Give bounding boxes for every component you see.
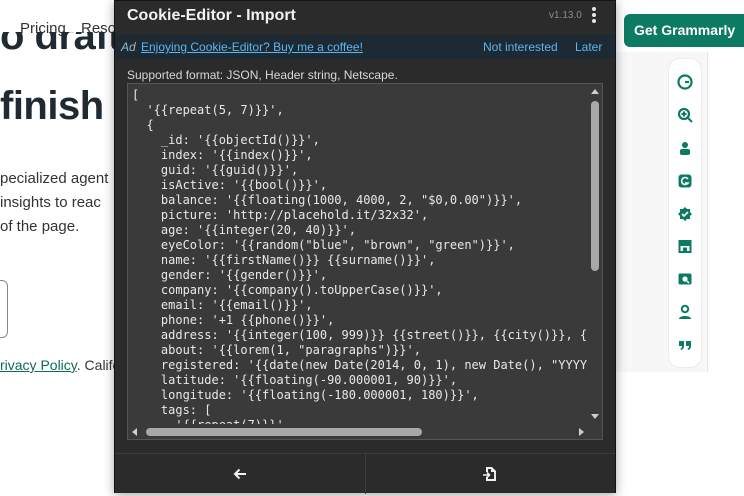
code-line: about: '{{lorem(1, "paragraphs")}}', [132, 343, 421, 357]
arrow-left-icon [233, 468, 246, 480]
person-icon[interactable] [677, 140, 693, 156]
scroll-corner [588, 425, 602, 439]
hero-paragraph-line: insights to reac [0, 194, 101, 211]
privacy-notice: rivacy Policy. Califo [0, 357, 120, 373]
code-line: isActive: '{{bool()}}', [132, 178, 328, 192]
quote-icon[interactable] [677, 337, 693, 353]
vertical-scrollbar[interactable] [588, 84, 602, 424]
refresh-g-icon[interactable] [677, 173, 693, 189]
popup-footer [115, 453, 616, 494]
horizontal-scroll-thumb[interactable] [146, 428, 422, 436]
scroll-left-icon[interactable] [132, 428, 137, 436]
scroll-right-icon[interactable] [579, 428, 584, 436]
code-line: balance: '{{floating(1000, 4000, 2, "$0,… [132, 193, 523, 207]
hero-heading-line2: finish [0, 84, 104, 128]
hero-paragraph-line: of the page. [0, 218, 80, 235]
code-line: guid: '{{guid()}}', [132, 163, 299, 177]
privacy-policy-link[interactable]: rivacy Policy [0, 357, 77, 373]
scroll-down-icon[interactable] [591, 414, 599, 419]
code-line: name: '{{firstName()}} {{surname()}}', [132, 253, 436, 267]
vertical-scroll-thumb[interactable] [591, 101, 599, 271]
popup-header: Cookie-Editor - Import v1.13.0 [115, 1, 615, 35]
code-content[interactable]: [ '{{repeat(5, 7)}}', { _id: '{{objectId… [132, 88, 588, 424]
import-textarea[interactable]: [ '{{repeat(5, 7)}}', { _id: '{{objectId… [127, 83, 603, 440]
code-line: eyeColor: '{{random("blue", "brown", "gr… [132, 238, 515, 252]
code-line: phone: '+1 {{phone()}}', [132, 313, 335, 327]
code-line: tags: [ [132, 403, 212, 417]
store-icon[interactable] [677, 238, 693, 254]
code-line: '{{repeat(5, 7)}}', [132, 103, 284, 117]
code-line: registered: '{{date(new Date(2014, 0, 1)… [132, 358, 588, 372]
badge-check-icon[interactable] [677, 206, 693, 222]
later-button[interactable]: Later [575, 35, 602, 59]
get-grammarly-button[interactable]: Get Grammarly 1 [624, 14, 744, 47]
horizontal-scrollbar[interactable] [128, 425, 588, 439]
code-line: picture: 'http://placehold.it/32x32', [132, 208, 429, 222]
get-grammarly-label: Get Grammarly [634, 22, 736, 38]
code-line: address: '{{integer(100, 999)}} {{street… [132, 328, 588, 342]
file-import-icon [483, 467, 496, 481]
hero-paragraph-line: pecialized agent [0, 170, 109, 187]
cookie-editor-popup: Cookie-Editor - Import v1.13.0 Ad Enjoyi… [114, 0, 616, 494]
grammarly-g-icon[interactable] [677, 74, 693, 90]
code-line: _id: '{{objectId()}}', [132, 133, 320, 147]
ad-tag: Ad [121, 40, 136, 54]
back-button[interactable] [115, 454, 365, 494]
code-line: { [132, 118, 154, 132]
image-search-icon[interactable] [677, 271, 693, 287]
code-line: index: '{{index()}}', [132, 148, 313, 162]
ad-banner: Ad Enjoying Cookie-Editor? Buy me a coff… [115, 35, 615, 59]
import-button[interactable] [366, 454, 616, 494]
scroll-up-icon[interactable] [591, 89, 599, 94]
search-plus-icon[interactable] [677, 107, 693, 123]
code-line: company: '{{company().toUpperCase()}}', [132, 283, 443, 297]
input-box[interactable] [0, 280, 8, 338]
not-interested-button[interactable]: Not interested [483, 35, 558, 59]
code-line: '{{repeat(7)}}', [132, 418, 588, 424]
version-label: v1.13.0 [549, 10, 582, 21]
code-line: longitude: '{{floating(-180.000001, 180)… [132, 388, 479, 402]
buy-coffee-link[interactable]: Enjoying Cookie-Editor? Buy me a coffee! [141, 35, 363, 59]
code-line: age: '{{integer(20, 40)}}', [132, 223, 356, 237]
code-line: latitude: '{{floating(-90.000001, 90)}}'… [132, 373, 458, 387]
person-check-icon[interactable] [677, 304, 693, 320]
code-line: email: '{{email()}}', [132, 298, 313, 312]
popup-title: Cookie-Editor - Import [127, 7, 296, 24]
code-line: gender: '{{gender()}}', [132, 268, 328, 282]
code-line: [ [132, 88, 140, 102]
supported-format-label: Supported format: JSON, Header string, N… [127, 68, 398, 82]
more-options-icon[interactable] [589, 7, 599, 25]
